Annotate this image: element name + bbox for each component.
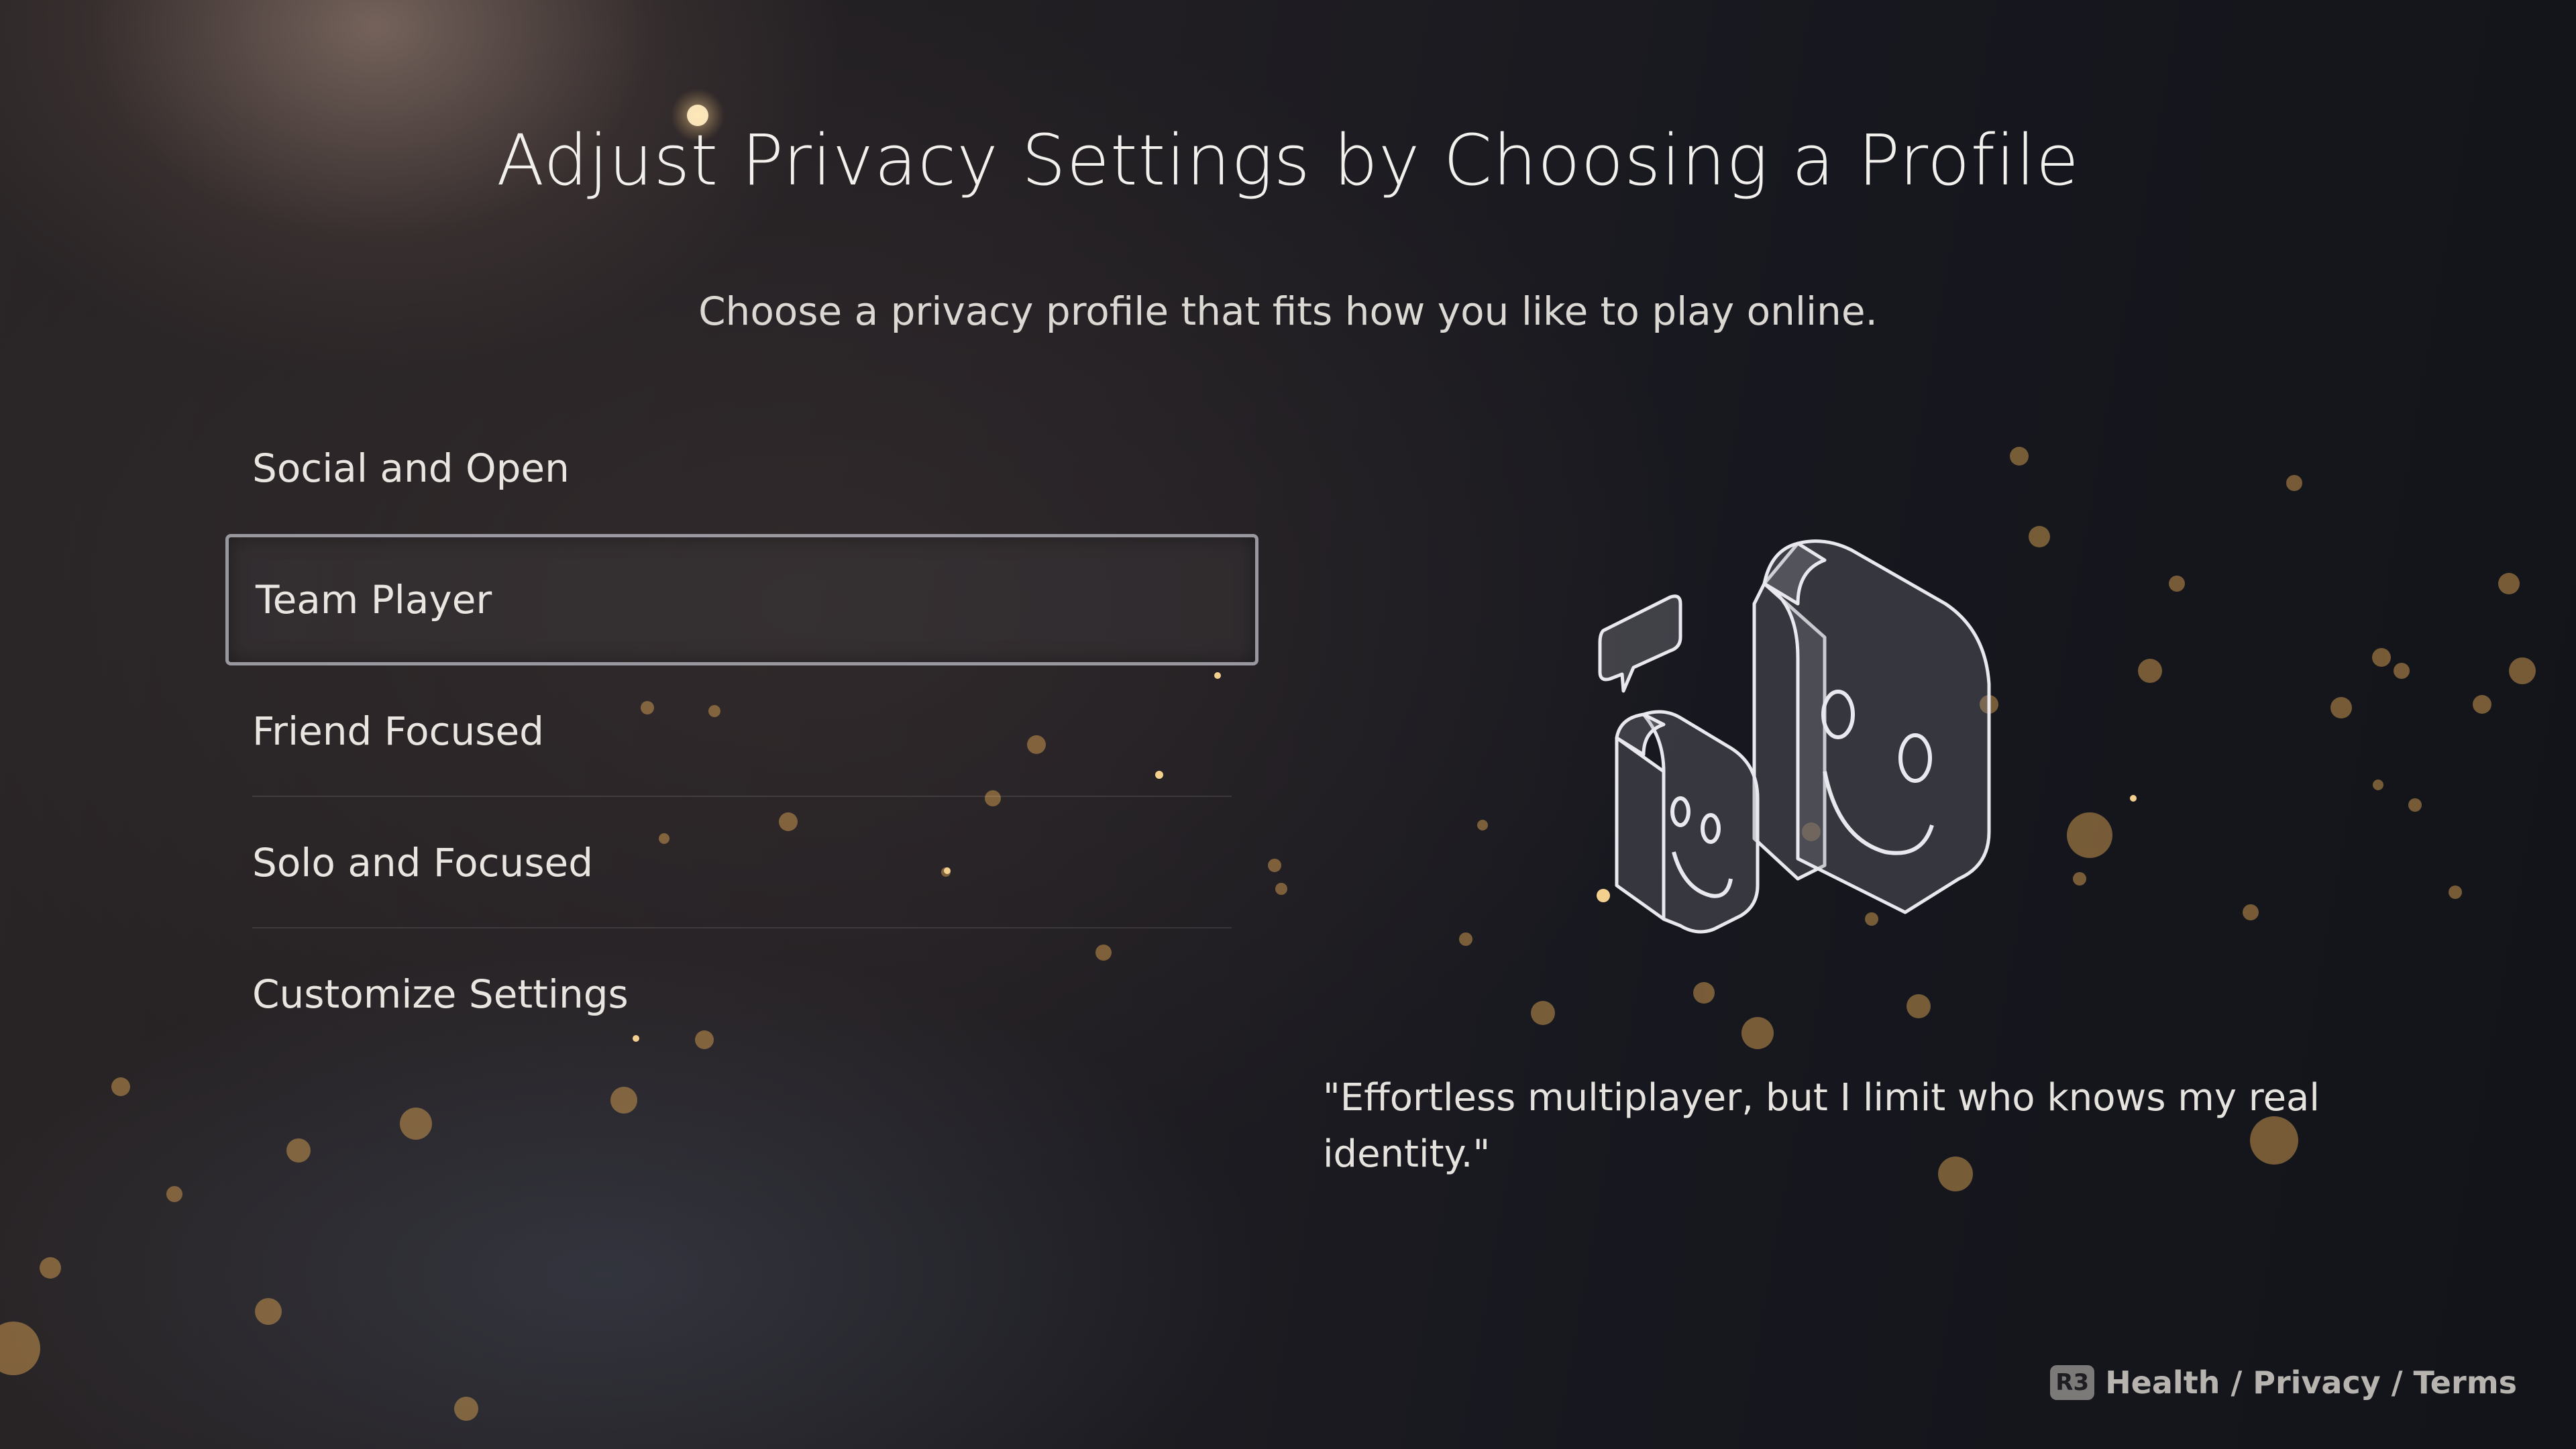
profile-list: Social and Open Team Player Friend Focus… [225, 402, 1258, 1060]
profile-option-customize-settings[interactable]: Customize Settings [225, 928, 1258, 1060]
page-title: Adjust Privacy Settings by Choosing a Pr… [496, 119, 2080, 201]
profile-option-label: Friend Focused [252, 708, 544, 754]
profile-option-team-player[interactable]: Team Player [225, 534, 1258, 665]
profile-option-label: Customize Settings [252, 971, 629, 1017]
r3-button-icon: R3 [2050, 1365, 2095, 1400]
profile-option-social-and-open[interactable]: Social and Open [225, 402, 1258, 534]
footer-links[interactable]: R3 Health / Privacy / Terms [2050, 1364, 2517, 1401]
profile-option-solo-and-focused[interactable]: Solo and Focused [225, 797, 1258, 928]
profile-option-label: Solo and Focused [252, 840, 594, 885]
health-privacy-terms-link[interactable]: Health / Privacy / Terms [2105, 1364, 2517, 1401]
page-subtitle: Choose a privacy profile that fits how y… [698, 288, 1878, 334]
profile-description-quote: "Effortless multiplayer, but I limit who… [1323, 1076, 2320, 1176]
profile-option-friend-focused[interactable]: Friend Focused [225, 665, 1258, 797]
profile-option-label: Team Player [256, 577, 492, 623]
smiling-faces-with-speech-bubble-icon [1598, 539, 1991, 934]
profile-option-label: Social and Open [252, 445, 570, 491]
